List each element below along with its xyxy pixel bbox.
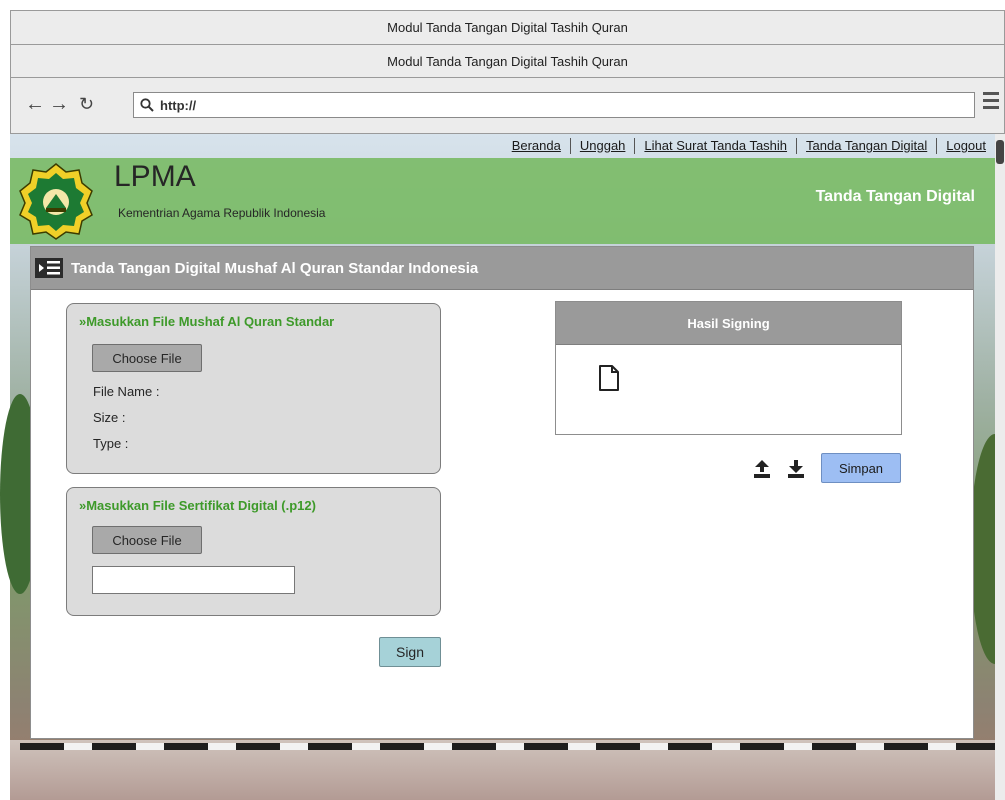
sign-button[interactable]: Sign [379, 637, 441, 667]
brand-title: LPMA [114, 160, 196, 193]
type-label: Type : [93, 436, 129, 451]
upload-icon[interactable] [753, 459, 771, 479]
cert-card-title: »Masukkan File Sertifikat Digital (.p12) [79, 498, 316, 513]
reload-icon[interactable]: ↻ [79, 94, 94, 114]
tab-title: Modul Tanda Tangan Digital Tashih Quran [387, 53, 628, 69]
window-title-bar: Modul Tanda Tangan Digital Tashih Quran [10, 10, 1005, 44]
choose-certificate-file-button[interactable]: Choose File [92, 526, 202, 554]
save-button[interactable]: Simpan [821, 453, 901, 483]
browser-toolbar: ← → ↻ http:// [10, 78, 1005, 134]
result-title: Hasil Signing [687, 315, 770, 331]
back-arrow-icon[interactable]: ← [25, 94, 45, 114]
nav-unggah[interactable]: Unggah [569, 138, 635, 154]
scrollbar-thumb[interactable] [996, 140, 1004, 164]
nav-beranda[interactable]: Beranda [503, 138, 570, 154]
file-name-label: File Name : [93, 384, 160, 399]
nav-tanda-tangan[interactable]: Tanda Tangan Digital [796, 138, 936, 154]
address-bar[interactable]: http:// [133, 92, 975, 118]
browser-tab[interactable]: Modul Tanda Tangan Digital Tashih Quran [10, 44, 1005, 78]
hamburger-menu-icon[interactable] [983, 92, 999, 113]
choose-mushaf-file-button[interactable]: Choose File [92, 344, 202, 372]
curb-stripes [20, 743, 995, 750]
window-title: Modul Tanda Tangan Digital Tashih Quran [387, 20, 628, 35]
url-text: http:// [160, 97, 197, 113]
mushaf-card-title: »Masukkan File Mushaf Al Quran Standar [79, 314, 335, 329]
search-icon [140, 98, 154, 112]
result-header: Hasil Signing [556, 302, 901, 345]
panel-header: Tanda Tangan Digital Mushaf Al Quran Sta… [31, 247, 973, 290]
nav-logout[interactable]: Logout [936, 138, 995, 154]
panel-title: Tanda Tangan Digital Mushaf Al Quran Sta… [71, 259, 479, 277]
top-navigation: Beranda Unggah Lihat Surat Tanda Tashih … [10, 134, 995, 158]
kemenag-logo [19, 163, 93, 240]
certificate-upload-card: »Masukkan File Sertifikat Digital (.p12)… [66, 487, 441, 616]
header-banner: LPMA Kementrian Agama Republik Indonesia… [10, 158, 1005, 244]
download-icon[interactable] [787, 459, 805, 479]
nav-lihat-surat[interactable]: Lihat Surat Tanda Tashih [634, 138, 796, 154]
brand-subtitle: Kementrian Agama Republik Indonesia [118, 206, 326, 220]
file-icon[interactable] [598, 364, 620, 392]
list-icon [35, 258, 63, 278]
scrollbar[interactable] [995, 134, 1005, 800]
certificate-password-field[interactable] [92, 566, 295, 594]
signing-result-box: Hasil Signing [555, 301, 902, 435]
size-label: Size : [93, 410, 126, 425]
header-right-label: Tanda Tangan Digital [815, 188, 975, 205]
forward-arrow-icon[interactable]: → [49, 94, 69, 114]
mushaf-upload-card: »Masukkan File Mushaf Al Quran Standar C… [66, 303, 441, 474]
main-panel: Tanda Tangan Digital Mushaf Al Quran Sta… [30, 246, 974, 739]
